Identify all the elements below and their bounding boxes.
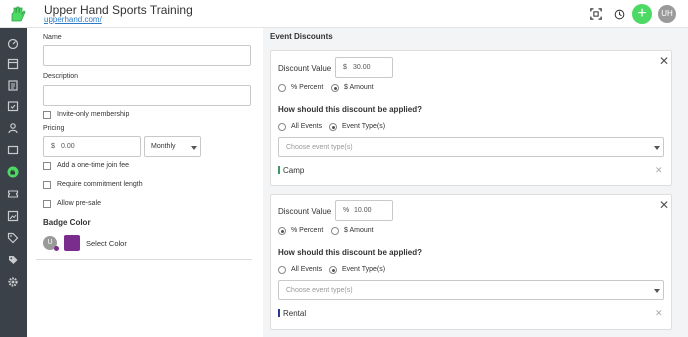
tickets-icon[interactable] [6,187,20,201]
event-types-radio[interactable] [329,266,337,274]
remove-tag-icon[interactable]: ✕ [655,165,663,176]
sidebar-nav [0,28,27,337]
event-discounts-title: Event Discounts [270,32,333,41]
discount-value: 10.00 [354,207,372,214]
quick-add-button[interactable]: + [632,4,652,24]
event-types-radio[interactable] [329,123,337,131]
badge-color-dot [54,246,59,251]
event-type-color-bar [278,166,280,174]
pricing-interval-value: Monthly [151,143,176,150]
business-url-link[interactable]: upperhand.com/ [44,15,102,24]
percent-radio-label: % Percent [291,227,324,234]
event-type-tag: Camp [283,166,305,175]
clipboard-icon[interactable] [6,78,20,92]
event-type-select[interactable]: Choose event type(s) [278,137,664,157]
amount-radio[interactable] [331,227,339,235]
tag-icon[interactable] [6,231,20,245]
badge-color-swatch[interactable] [64,235,80,251]
join-fee-label: Add a one-time join fee [57,162,129,169]
chevron-down-icon [654,289,660,293]
all-events-radio[interactable] [278,123,286,131]
form-divider [36,259,252,260]
amount-radio-label: $ Amount [344,84,374,91]
name-input[interactable] [43,45,251,66]
price-input[interactable]: $ 0.00 [43,136,141,157]
badge-color-label: Badge Color [43,218,91,227]
amount-radio[interactable] [331,84,339,92]
event-types-label: Event Type(s) [342,266,386,273]
discount-value-input[interactable]: $ 30.00 [335,57,393,78]
dashboard-icon[interactable] [6,36,20,50]
user-avatar[interactable]: UH [658,5,676,23]
discount-value: 30.00 [353,64,371,71]
qr-scan-icon[interactable] [587,5,605,23]
presale-checkbox[interactable] [43,200,51,208]
event-type-select[interactable]: Choose event type(s) [278,280,664,300]
percent-radio[interactable] [278,227,286,235]
event-type-placeholder: Choose event type(s) [286,144,353,151]
chevron-down-icon [191,146,197,150]
amount-radio-label: $ Amount [344,227,374,234]
close-icon[interactable]: ✕ [659,54,669,68]
calendar-icon[interactable] [6,57,20,71]
reports-icon[interactable] [6,143,20,157]
apply-question: How should this discount be applied? [278,248,422,257]
join-fee-checkbox[interactable] [43,162,51,170]
close-icon[interactable]: ✕ [659,198,669,212]
event-type-color-bar [278,309,280,317]
all-events-label: All Events [291,123,323,130]
commitment-label: Require commitment length [57,181,143,188]
percent-radio[interactable] [278,84,286,92]
all-events-label: All Events [291,266,323,273]
upper-hand-logo[interactable] [9,5,27,23]
invite-only-label: Invite-only membership [57,111,130,118]
apply-question: How should this discount be applied? [278,105,422,114]
price-value: 0.00 [61,143,75,150]
commitment-checkbox[interactable] [43,181,51,189]
remove-tag-icon[interactable]: ✕ [655,308,663,319]
chevron-down-icon [654,146,660,150]
description-input[interactable] [43,85,251,106]
pricing-label: Pricing [43,125,65,132]
clock-icon[interactable] [610,5,628,23]
discount-value-label: Discount Value [278,207,332,216]
discount-value-prefix: $ [343,64,347,71]
settings-icon[interactable] [6,275,20,289]
currency-symbol: $ [51,143,55,150]
percent-radio-label: % Percent [291,84,324,91]
discount-value-prefix: % [343,207,350,214]
select-color-link[interactable]: Select Color [86,239,127,248]
price-tag-icon[interactable] [6,253,20,267]
pricing-interval-select[interactable]: Monthly [144,136,201,157]
upper-hand-icon[interactable] [6,165,20,179]
discount-value-input[interactable]: % 10.00 [335,200,393,221]
presale-label: Allow pre-sale [57,200,101,207]
event-type-placeholder: Choose event type(s) [286,287,353,294]
event-type-tag: Rental [283,309,307,318]
discount-value-label: Discount Value [278,64,332,73]
name-label: Name [43,34,62,41]
team-icon[interactable] [6,121,20,135]
app-header: Upper Hand Sports Training upperhand.com… [0,0,688,28]
calendar-check-icon[interactable] [6,99,20,113]
all-events-radio[interactable] [278,266,286,274]
gallery-icon[interactable] [6,209,20,223]
description-label: Description [43,73,79,80]
event-types-label: Event Type(s) [342,123,386,130]
invite-only-checkbox[interactable] [43,111,51,119]
